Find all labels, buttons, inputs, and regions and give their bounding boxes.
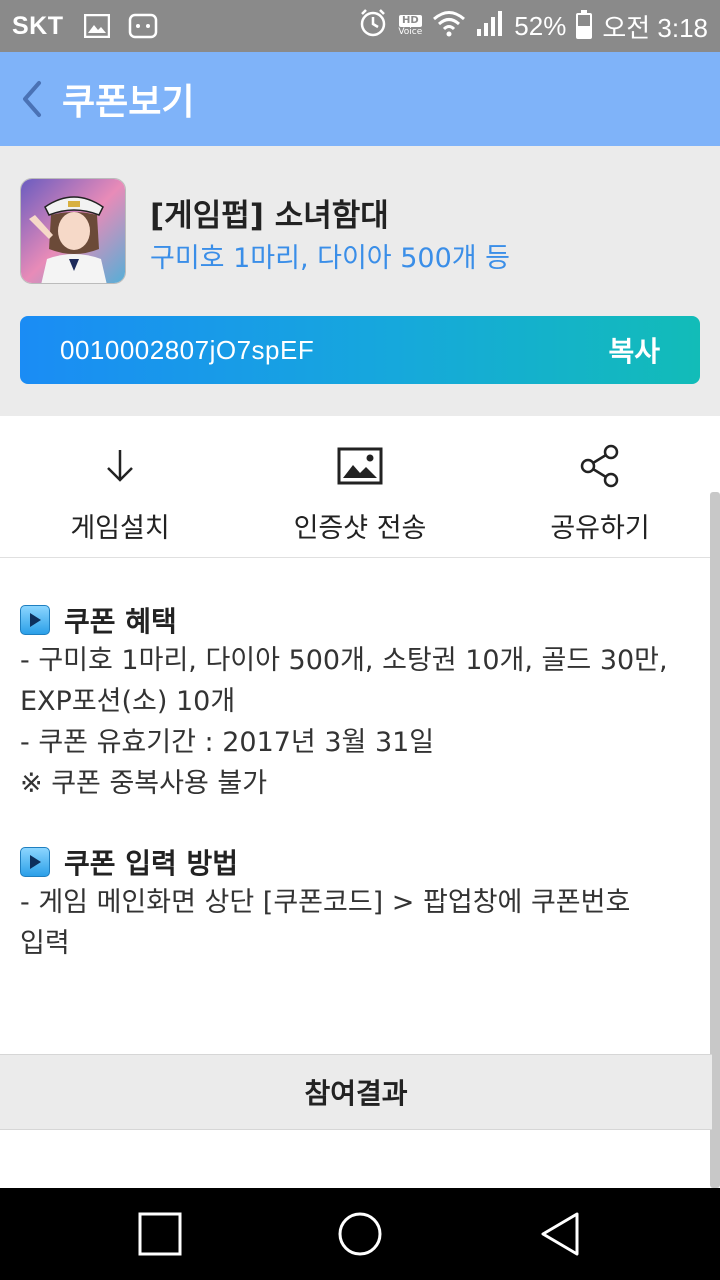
battery-icon: [576, 10, 593, 39]
game-character-image: [21, 179, 125, 283]
gallery-notification-icon: [83, 14, 110, 38]
back-button[interactable]: [2, 52, 62, 146]
benefit-line: EXP포션(소) 10개: [20, 686, 236, 717]
benefit-line: - 쿠폰 유효기간 : 2017년 3월 31일: [20, 727, 435, 758]
system-nav-bar: [0, 1188, 720, 1280]
play-bullet-icon: [20, 605, 50, 635]
status-bar: SKT HD Voice 52% 오전 3:18: [0, 0, 720, 52]
benefit-line: ※ 쿠폰 중복사용 불가: [20, 768, 268, 799]
coupon-code-bar: 0010002807jO7spEF 복사: [20, 316, 700, 384]
benefit-line: - 구미호 1마리, 다이아 500개, 소탕권 10개, 골드 30만,: [20, 645, 668, 676]
benefits-heading: 쿠폰 혜택: [20, 600, 700, 640]
page-title: 쿠폰보기: [62, 82, 195, 123]
coupon-summary: [게임펍] 소녀함대 구미호 1마리, 다이아 500개 등 001000280…: [0, 146, 720, 416]
carrier-label: SKT: [12, 11, 64, 40]
game-thumbnail[interactable]: [20, 178, 126, 284]
recent-apps-icon[interactable]: [130, 1204, 190, 1264]
share-button[interactable]: 공유하기: [480, 416, 720, 557]
download-icon: [104, 444, 136, 488]
play-bullet-icon: [20, 847, 50, 877]
chevron-left-icon: [23, 81, 41, 117]
signal-icon: [476, 9, 504, 43]
battery-percent: 52%: [514, 10, 567, 41]
screen-cast-notification-icon: [128, 11, 158, 41]
copy-button[interactable]: 복사: [608, 316, 660, 384]
benefits-title: 쿠폰 혜택: [64, 605, 177, 638]
back-icon[interactable]: [530, 1204, 590, 1264]
hd-voice-icon: HD Voice: [398, 15, 422, 37]
image-icon: [337, 444, 383, 488]
action-label: 인증샷 전송: [293, 513, 427, 544]
participation-result-button[interactable]: 참여결과: [0, 1054, 712, 1130]
home-icon[interactable]: [330, 1204, 390, 1264]
reward-summary: 구미호 1마리, 다이아 500개 등: [150, 243, 511, 274]
send-screenshot-button[interactable]: 인증샷 전송: [240, 416, 480, 557]
game-title: [게임펍] 소녀함대: [150, 198, 389, 234]
install-game-button[interactable]: 게임설치: [0, 416, 240, 557]
alarm-icon: [358, 8, 388, 44]
coupon-details: 쿠폰 혜택 - 구미호 1마리, 다이아 500개, 소탕권 10개, 골드 3…: [20, 600, 700, 964]
share-icon: [579, 444, 621, 488]
clock: 오전 3:18: [602, 12, 708, 43]
how-to-line: 입력: [20, 928, 70, 959]
how-to-heading: 쿠폰 입력 방법: [20, 842, 700, 882]
wifi-icon: [432, 9, 466, 43]
hd-label: HD: [398, 15, 422, 27]
how-to-title: 쿠폰 입력 방법: [64, 847, 239, 880]
hd-voice-label: Voice: [398, 27, 423, 37]
app-header: 쿠폰보기: [0, 52, 720, 146]
action-label: 게임설치: [70, 513, 170, 544]
action-label: 공유하기: [550, 513, 650, 544]
how-to-line: - 게임 메인화면 상단 [쿠폰코드] > 팝업창에 쿠폰번호: [20, 887, 631, 918]
action-row: 게임설치 인증샷 전송 공유하기: [0, 416, 720, 558]
coupon-code: 0010002807jO7spEF: [60, 334, 315, 365]
